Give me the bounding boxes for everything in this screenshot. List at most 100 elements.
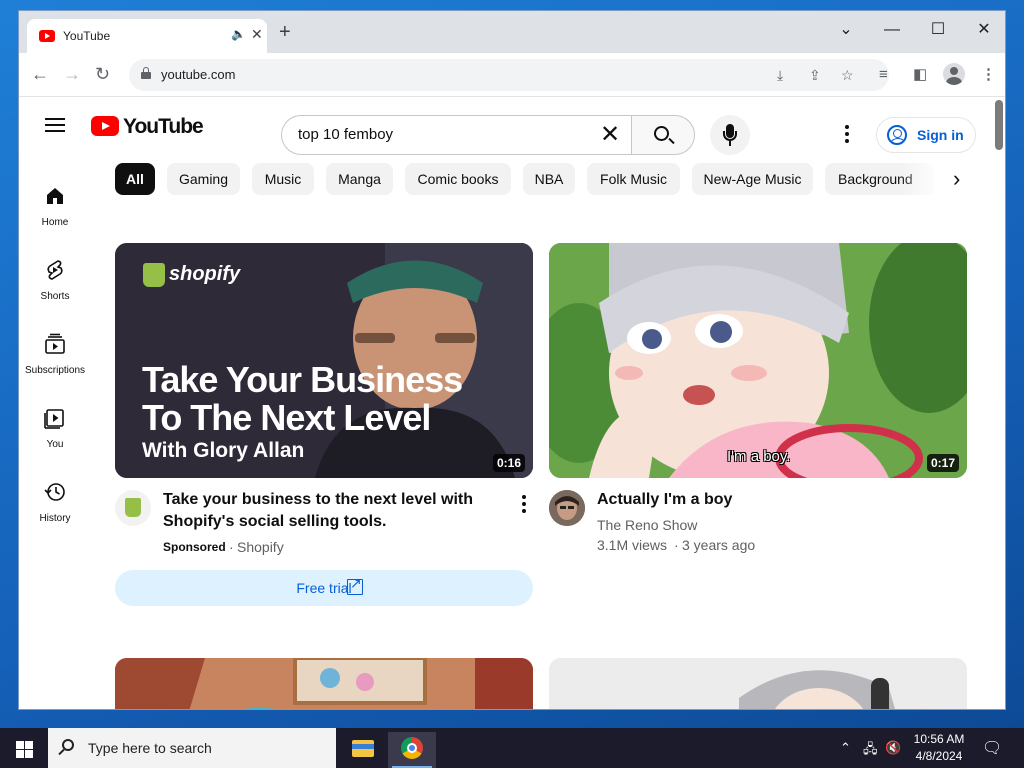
page-scrollbar[interactable] bbox=[995, 100, 1003, 150]
network-icon[interactable]: 🖧 bbox=[863, 740, 878, 762]
system-clock[interactable]: 10:56 AM 4/8/2024 bbox=[908, 731, 970, 765]
reno-show-avatar-icon bbox=[549, 490, 585, 526]
youtube-favicon-icon bbox=[39, 30, 55, 42]
hamburger-menu-icon[interactable] bbox=[45, 118, 65, 132]
video-thumbnail[interactable] bbox=[115, 658, 533, 709]
bookmark-star-icon[interactable]: ☆ bbox=[841, 67, 854, 83]
youtube-play-icon bbox=[91, 116, 119, 136]
video-menu-icon[interactable] bbox=[522, 495, 526, 513]
video-title-line2[interactable]: Shopify's social selling tools. bbox=[163, 511, 386, 533]
new-tab-button[interactable]: + bbox=[279, 22, 291, 42]
clock-date: 4/8/2024 bbox=[915, 749, 963, 763]
free-trial-button[interactable]: Free trial bbox=[115, 570, 533, 606]
profile-avatar-icon[interactable] bbox=[943, 63, 965, 85]
install-app-icon[interactable]: ⤓ bbox=[777, 67, 783, 83]
chrome-taskbar-button[interactable] bbox=[388, 732, 436, 768]
tab-search-chevron-icon[interactable]: ⌄ bbox=[823, 17, 869, 43]
chip-new-age-music[interactable]: New-Age Music bbox=[692, 163, 813, 195]
thumb-caption: I'm a boy. bbox=[727, 448, 791, 465]
clock-time: 10:56 AM bbox=[913, 732, 965, 746]
video-thumbnail[interactable]: shopify Take Your Business To The Next L… bbox=[115, 243, 533, 478]
back-arrow-icon[interactable]: ← bbox=[31, 63, 49, 85]
chip-manga[interactable]: Manga bbox=[326, 163, 393, 195]
share-icon[interactable]: ⇪ bbox=[809, 67, 821, 83]
maximize-button[interactable]: ☐ bbox=[915, 17, 961, 43]
sign-in-button[interactable]: Sign in bbox=[876, 117, 976, 153]
clear-search-icon[interactable]: ✕ bbox=[600, 122, 620, 148]
chrome-menu-icon[interactable]: ⋮ bbox=[981, 66, 996, 84]
thumb-subline: With Glory Allan bbox=[142, 439, 305, 462]
sidebar-label: History bbox=[39, 513, 71, 524]
chip-folk-music[interactable]: Folk Music bbox=[587, 163, 680, 195]
chip-music[interactable]: Music bbox=[252, 163, 314, 195]
duration-badge: 0:17 bbox=[926, 454, 959, 472]
you-icon bbox=[44, 409, 64, 429]
search-input[interactable]: top 10 femboy ✕ bbox=[281, 115, 631, 155]
notification-icon[interactable]: 🗨 bbox=[982, 738, 1002, 758]
forward-arrow-icon[interactable]: → bbox=[63, 63, 81, 85]
reload-icon[interactable]: ↻ bbox=[95, 63, 110, 85]
youtube-page: YouTube top 10 femboy ✕ Sign in Home Sho… bbox=[19, 98, 1005, 709]
volume-muted-icon[interactable]: 🔇 bbox=[885, 740, 901, 756]
ad-channel-name[interactable]: Shopify bbox=[237, 537, 284, 557]
start-button[interactable] bbox=[0, 728, 48, 768]
sidebar-label: Home bbox=[41, 217, 69, 228]
sign-in-label: Sign in bbox=[917, 127, 964, 143]
account-circle-icon bbox=[887, 125, 907, 145]
chip-all[interactable]: All bbox=[115, 163, 155, 195]
shopify-logo-icon bbox=[125, 498, 141, 517]
taskbar-search-placeholder: Type here to search bbox=[88, 740, 212, 756]
minimize-button[interactable]: — bbox=[869, 17, 915, 43]
taskbar-search-box[interactable]: Type here to search bbox=[48, 728, 336, 768]
shorts-icon bbox=[47, 260, 63, 280]
upload-age: 3 years ago bbox=[682, 537, 756, 553]
side-panel-icon[interactable]: ◧ bbox=[913, 66, 927, 84]
sidebar-item-subscriptions[interactable]: Subscriptions bbox=[19, 332, 91, 376]
sidebar-label: Shorts bbox=[40, 291, 70, 302]
thumb-headline-1: Take Your Business bbox=[142, 359, 463, 400]
sidebar-item-history[interactable]: History bbox=[19, 480, 91, 524]
file-explorer-button[interactable] bbox=[338, 732, 386, 768]
video-thumbnail[interactable] bbox=[549, 658, 967, 709]
channel-name[interactable]: The Reno Show bbox=[597, 515, 697, 535]
video-title[interactable]: Actually I'm a boy bbox=[597, 489, 732, 511]
sidebar-label: Subscriptions bbox=[24, 365, 86, 376]
browser-window: YouTube 🔈 ✕ + ⌄ — ☐ ✕ ← → ↻ youtube.com … bbox=[18, 10, 1006, 710]
sidebar-label: You bbox=[46, 439, 64, 450]
chip-comic-books[interactable]: Comic books bbox=[405, 163, 511, 195]
sponsored-label: Sponsored bbox=[163, 540, 226, 554]
sidebar-item-you[interactable]: You bbox=[19, 406, 91, 450]
address-bar[interactable]: youtube.com ⤓ ⇪ ☆ bbox=[129, 59, 889, 91]
browser-toolbar: ← → ↻ youtube.com ⤓ ⇪ ☆ ≡ ◧ ⋮ bbox=[19, 53, 1005, 97]
lock-icon[interactable] bbox=[141, 67, 151, 79]
media-control-icon[interactable]: ≡ bbox=[879, 66, 888, 84]
settings-kebab-icon[interactable] bbox=[845, 125, 849, 143]
close-window-button[interactable]: ✕ bbox=[961, 17, 1005, 43]
home-icon bbox=[47, 188, 63, 204]
address-url[interactable]: youtube.com bbox=[161, 67, 235, 82]
cartoon-thumbnail-illustration bbox=[115, 658, 533, 709]
channel-avatar[interactable] bbox=[115, 490, 151, 526]
channel-avatar[interactable] bbox=[549, 490, 585, 526]
tab-close-icon[interactable]: ✕ bbox=[251, 26, 263, 43]
anime-thumbnail-illustration bbox=[549, 243, 967, 478]
video-thumbnail[interactable]: I'm a boy. 0:17 bbox=[549, 243, 967, 478]
speaker-icon[interactable]: 🔈 bbox=[231, 27, 246, 41]
tray-chevron-icon[interactable]: ⌃ bbox=[840, 740, 851, 756]
sidebar-item-home[interactable]: Home bbox=[19, 184, 91, 228]
video-title-line1[interactable]: Take your business to the next level wit… bbox=[163, 489, 473, 511]
youtube-wordmark: YouTube bbox=[123, 115, 204, 138]
chip-gaming[interactable]: Gaming bbox=[167, 163, 240, 195]
chip-nba[interactable]: NBA bbox=[523, 163, 575, 195]
shopify-bag-icon bbox=[143, 263, 165, 287]
history-icon bbox=[44, 483, 65, 501]
thumb-brand: shopify bbox=[169, 263, 241, 285]
voice-search-button[interactable] bbox=[710, 115, 750, 155]
sidebar-item-shorts[interactable]: Shorts bbox=[19, 258, 91, 302]
chevron-right-icon[interactable]: › bbox=[953, 167, 960, 191]
browser-tab[interactable]: YouTube 🔈 ✕ bbox=[27, 19, 267, 53]
meta-separator: · bbox=[229, 539, 234, 555]
view-count: 3.1M views bbox=[597, 537, 668, 553]
search-query-text[interactable]: top 10 femboy bbox=[298, 126, 393, 143]
search-button[interactable] bbox=[631, 115, 695, 155]
